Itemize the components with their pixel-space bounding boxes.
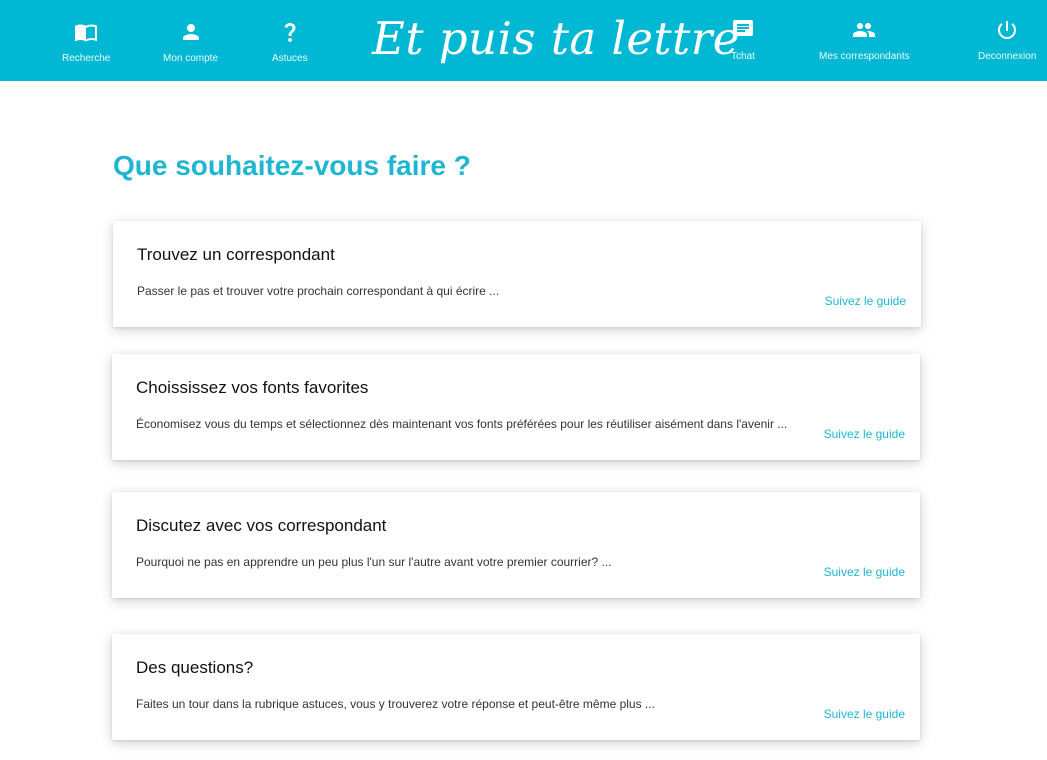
people-icon xyxy=(852,18,876,47)
top-navigation-bar: Recherche Mon compte Astuces Et puis ta … xyxy=(0,0,1047,81)
suivez-le-guide-link[interactable]: Suivez le guide xyxy=(825,294,906,308)
power-icon xyxy=(995,18,1019,47)
card-description: Passer le pas et trouver votre prochain … xyxy=(137,284,500,298)
card-discutez: Discutez avec vos correspondant Pourquoi… xyxy=(112,492,920,598)
nav-astuces[interactable]: Astuces xyxy=(272,20,308,64)
nav-tchat[interactable]: Tchat xyxy=(731,18,755,62)
card-description: Pourquoi ne pas en apprendre un peu plus… xyxy=(136,555,612,569)
nav-label-tchat: Tchat xyxy=(731,51,755,62)
card-trouvez-correspondant: Trouvez un correspondant Passer le pas e… xyxy=(113,221,921,327)
card-des-questions: Des questions? Faites un tour dans la ru… xyxy=(112,634,920,740)
nav-mes-correspondants[interactable]: Mes correspondants xyxy=(819,18,910,62)
suivez-le-guide-link[interactable]: Suivez le guide xyxy=(824,707,905,721)
nav-recherche[interactable]: Recherche xyxy=(62,20,110,64)
nav-label-recherche: Recherche xyxy=(62,53,111,64)
question-icon xyxy=(278,20,302,49)
nav-deconnexion[interactable]: Deconnexion xyxy=(978,18,1036,62)
nav-label-mes-correspondants: Mes correspondants xyxy=(819,51,910,62)
site-logo[interactable]: Et puis ta lettre xyxy=(372,6,739,72)
nav-label-astuces: Astuces xyxy=(272,53,308,64)
card-description: Économisez vous du temps et sélectionnez… xyxy=(136,417,788,431)
suivez-le-guide-link[interactable]: Suivez le guide xyxy=(824,565,905,579)
nav-label-deconnexion: Deconnexion xyxy=(978,51,1037,62)
card-title: Trouvez un correspondant xyxy=(137,245,335,264)
card-title: Choississez vos fonts favorites xyxy=(136,378,369,397)
card-description: Faites un tour dans la rubrique astuces,… xyxy=(136,697,655,711)
person-icon xyxy=(179,20,203,49)
nav-label-mon-compte: Mon compte xyxy=(163,53,219,64)
card-fonts-favorites: Choississez vos fonts favorites Économis… xyxy=(112,354,920,460)
book-map-icon xyxy=(74,20,98,49)
card-title: Des questions? xyxy=(136,658,254,677)
nav-mon-compte[interactable]: Mon compte xyxy=(163,20,218,64)
chat-icon xyxy=(731,18,755,47)
page-title: Que souhaitez-vous faire ? xyxy=(113,150,471,181)
card-title: Discutez avec vos correspondant xyxy=(136,516,387,535)
suivez-le-guide-link[interactable]: Suivez le guide xyxy=(824,427,905,441)
